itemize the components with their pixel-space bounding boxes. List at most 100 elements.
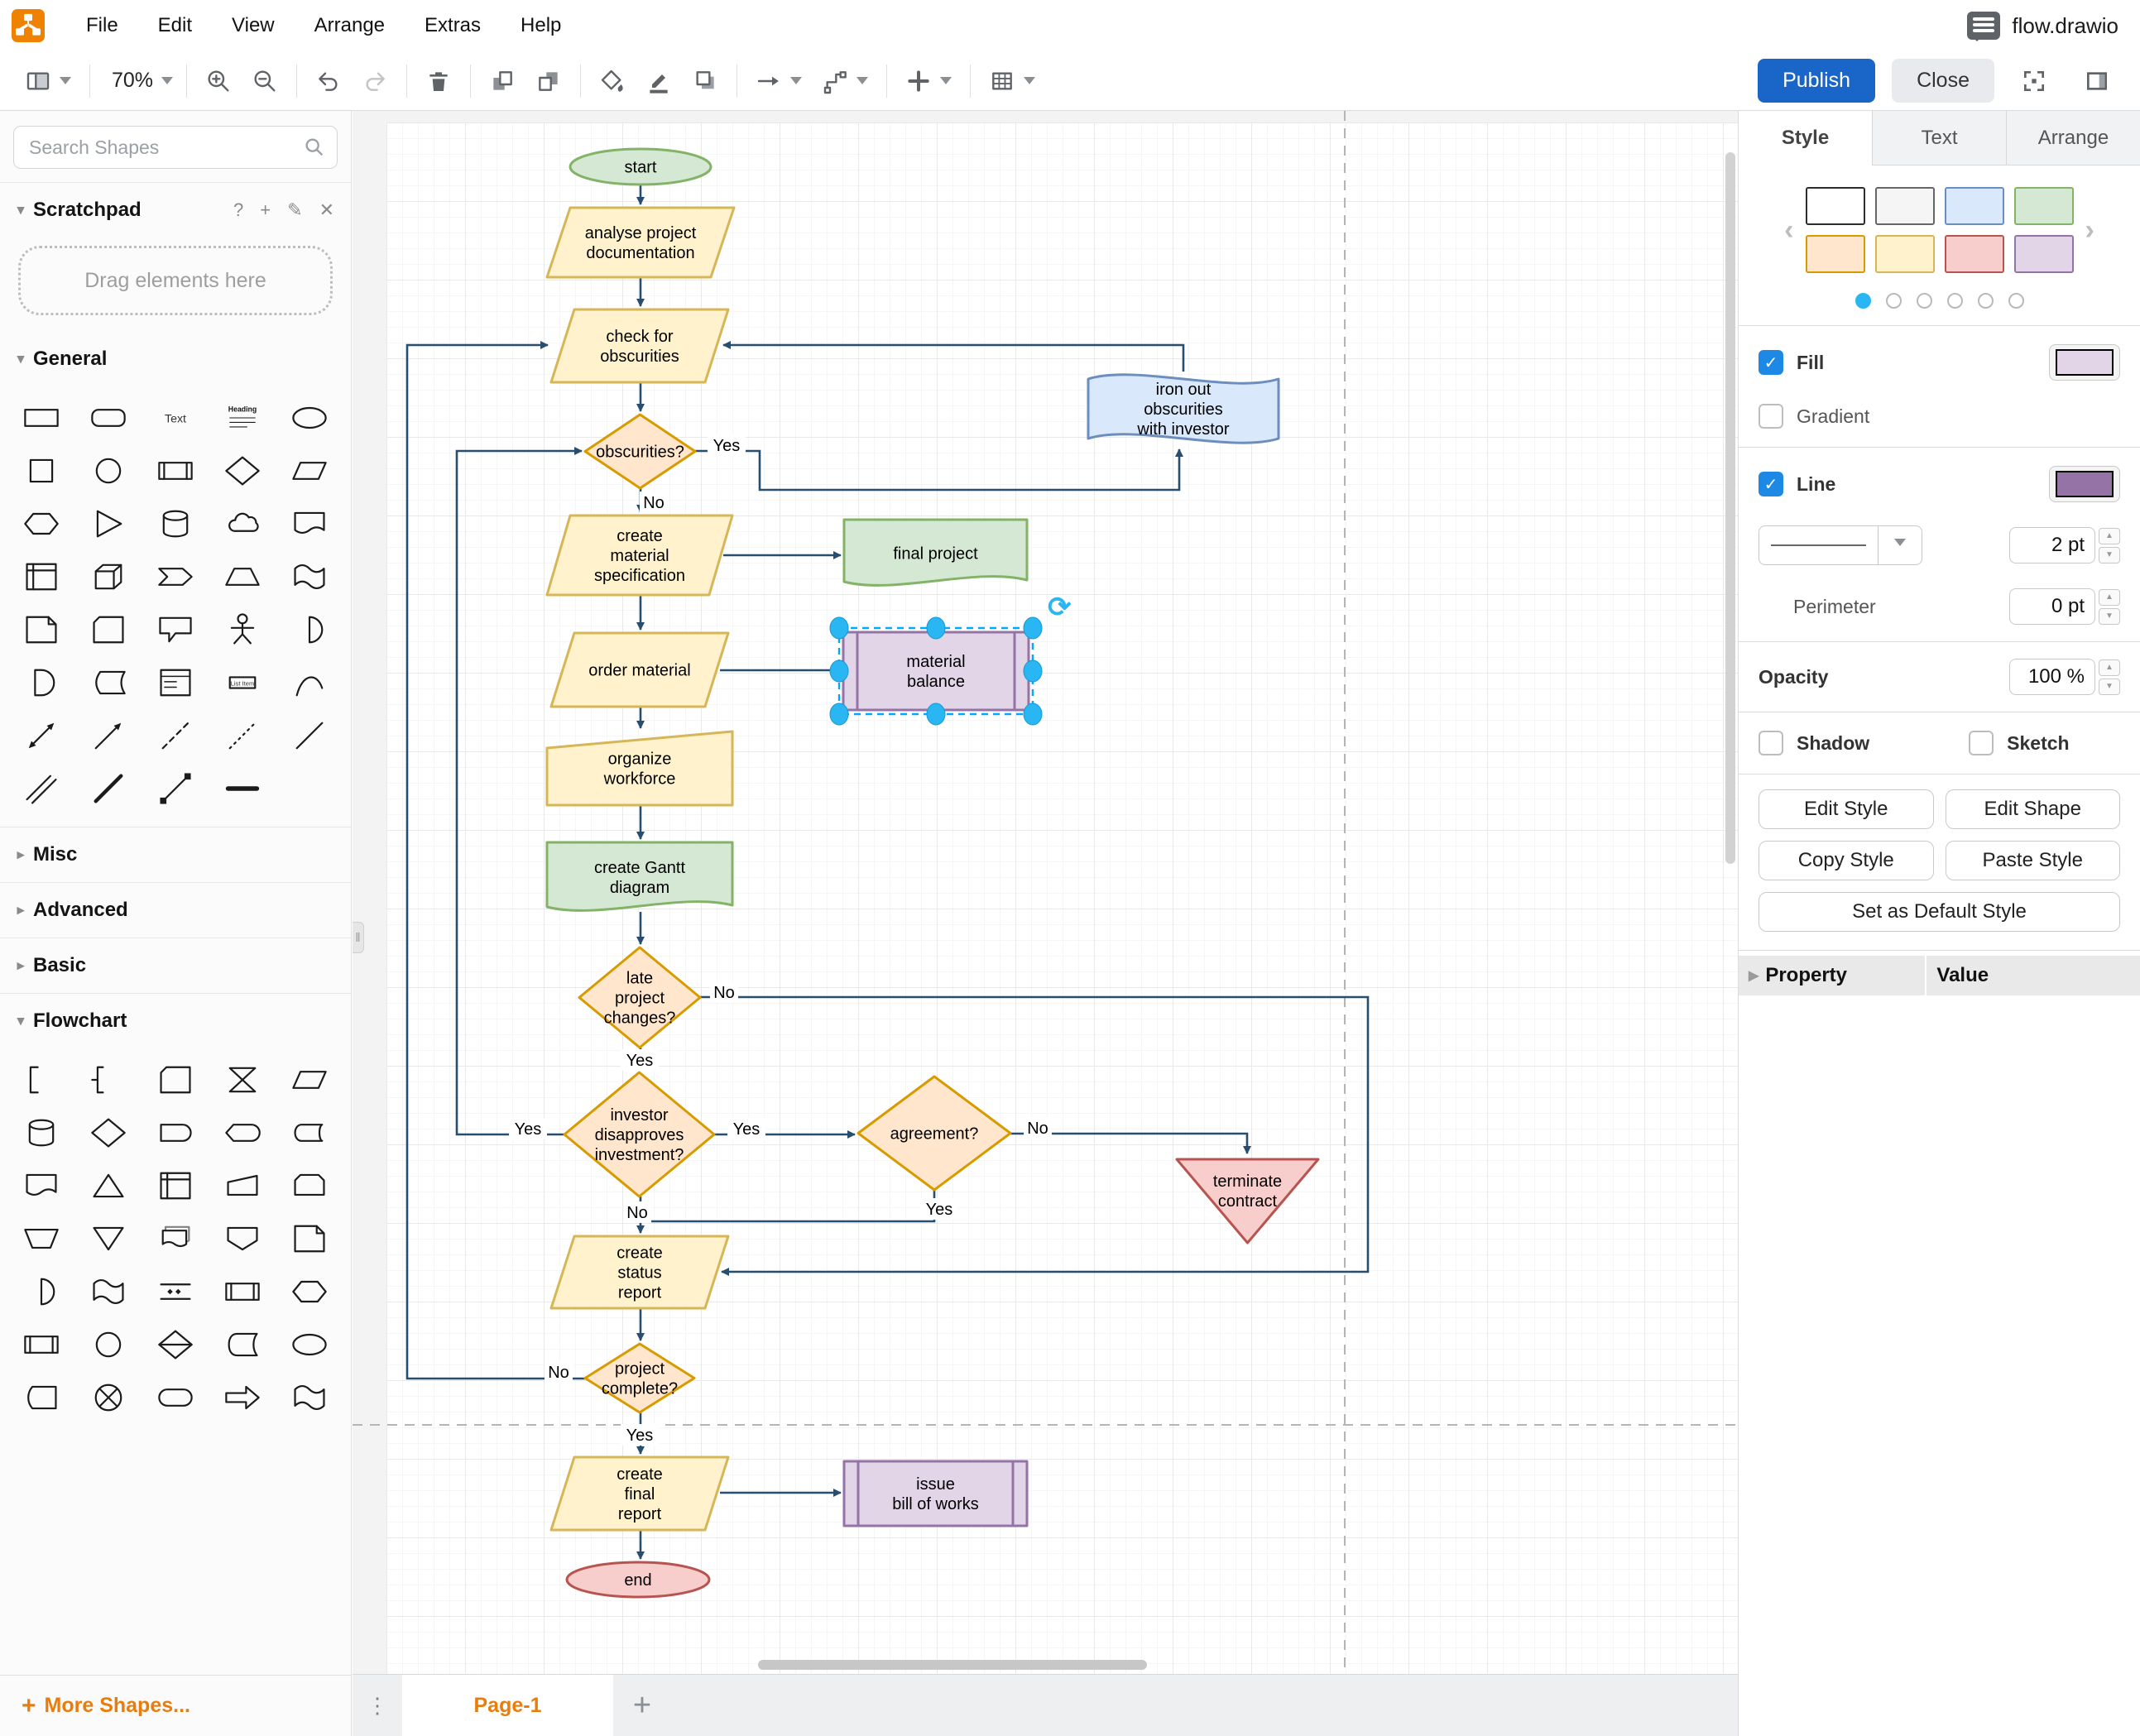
line-style-select[interactable] — [1759, 525, 1922, 565]
shape-stored-data-2[interactable] — [8, 1371, 75, 1424]
shape-cube[interactable] — [75, 550, 142, 603]
shape-merge[interactable] — [75, 1212, 142, 1265]
shape-cloud[interactable] — [209, 497, 276, 550]
shape-rectangle[interactable] — [8, 391, 75, 444]
selection-handle[interactable] — [829, 616, 849, 640]
shape-summing-junction[interactable] — [75, 1371, 142, 1424]
to-front-icon[interactable] — [479, 61, 525, 101]
zoom-in-icon[interactable] — [195, 61, 242, 101]
shape-off-page[interactable] — [209, 1212, 276, 1265]
shape-display[interactable] — [209, 1106, 276, 1159]
shape-tape[interactable] — [276, 550, 343, 603]
scratchpad-header[interactable]: ▾ Scratchpad ? + ✎ ✕ — [0, 182, 351, 237]
shape-card[interactable] — [75, 603, 142, 656]
style-preset-7[interactable] — [2013, 235, 2074, 273]
gradient-checkbox[interactable] — [1759, 404, 1783, 429]
edit-icon[interactable]: ✎ — [287, 199, 302, 221]
shape-heading[interactable]: Heading — [209, 391, 276, 444]
section-misc[interactable]: ▸ Misc — [0, 827, 351, 882]
shape-circle[interactable] — [75, 444, 142, 497]
diagram-canvas[interactable]: Yes No No Yes Yes Yes No No Yes No Yes start analyse… — [353, 111, 1738, 1675]
add-icon[interactable]: + — [260, 199, 271, 221]
shape-decision[interactable] — [75, 1106, 142, 1159]
fill-color-button[interactable] — [2049, 344, 2120, 381]
preset-page-dot[interactable] — [1946, 293, 1963, 309]
set-default-style-button[interactable]: Set as Default Style — [1759, 892, 2120, 932]
format-panel-toggle-icon[interactable] — [2074, 61, 2120, 101]
selection-handle[interactable] — [1023, 703, 1043, 726]
edge-3[interactable] — [695, 448, 1183, 492]
page-tab[interactable]: Page-1 — [402, 1675, 613, 1736]
node-issue-bill-of-works[interactable]: issue bill of works — [842, 1460, 1029, 1527]
shape-preparation[interactable] — [276, 1265, 343, 1318]
shape-terminator-ellipse[interactable] — [276, 1318, 343, 1371]
horizontal-scrollbar[interactable] — [758, 1660, 1147, 1670]
node-organize-workforce[interactable]: organize workforce — [545, 730, 734, 807]
preset-page-dot[interactable] — [1977, 293, 1994, 309]
style-preset-3[interactable] — [2013, 187, 2074, 225]
shape-list-item[interactable]: List Item — [209, 656, 276, 709]
perimeter-stepper[interactable]: ▲ ▼ — [2099, 588, 2120, 625]
shape-predefined-process[interactable] — [209, 1265, 276, 1318]
opacity-stepper[interactable]: ▲ ▼ — [2099, 659, 2120, 695]
node-end[interactable]: end — [565, 1561, 711, 1599]
tab-text[interactable]: Text — [1873, 111, 2007, 165]
selection-handle[interactable] — [1023, 616, 1043, 640]
selection-handle[interactable] — [926, 703, 946, 726]
edit-style-button[interactable]: Edit Style — [1759, 789, 1934, 829]
paste-style-button[interactable]: Paste Style — [1945, 841, 2120, 880]
shape-triangle[interactable] — [75, 497, 142, 550]
sidebar-layout-icon[interactable] — [15, 61, 81, 101]
presets-next-icon[interactable]: › — [2085, 214, 2094, 247]
close-icon[interactable]: ✕ — [319, 199, 334, 221]
shape-arrow[interactable] — [75, 709, 142, 762]
shape-note[interactable] — [276, 1212, 343, 1265]
rotate-handle-icon[interactable]: ⟳ — [1048, 592, 1072, 623]
shape-manual-input[interactable] — [209, 1159, 276, 1212]
shape-trapezoid[interactable] — [209, 550, 276, 603]
zoom-out-icon[interactable] — [242, 61, 288, 101]
delete-icon[interactable] — [415, 61, 462, 101]
node-agreement-decision[interactable]: agreement? — [856, 1075, 1012, 1192]
node-final-project[interactable]: final project — [842, 518, 1029, 587]
sidebar-resize-grip[interactable]: ‖ — [353, 922, 364, 953]
edge-4[interactable] — [722, 341, 1185, 372]
selection-handle[interactable] — [829, 659, 849, 683]
shape-actor[interactable] — [209, 603, 276, 656]
node-create-gantt-diagram[interactable]: create Gantt diagram — [545, 841, 734, 912]
section-advanced[interactable]: ▸ Advanced — [0, 882, 351, 938]
fullscreen-icon[interactable] — [2011, 61, 2057, 101]
node-order-material[interactable]: order material — [549, 631, 730, 708]
line-width-input[interactable]: 2 pt — [2009, 527, 2095, 563]
style-preset-0[interactable] — [1805, 187, 1865, 225]
shape-direct-data[interactable] — [276, 1106, 343, 1159]
style-preset-2[interactable] — [1944, 187, 2004, 225]
redo-icon[interactable] — [352, 61, 398, 101]
shape-annotation-2[interactable] — [75, 1053, 142, 1106]
tab-style[interactable]: Style — [1739, 111, 1873, 165]
shape-bidirectional-connector[interactable] — [142, 762, 209, 815]
shape-multi-document[interactable] — [142, 1212, 209, 1265]
menu-edit[interactable]: Edit — [138, 14, 212, 37]
style-preset-6[interactable] — [1944, 235, 2004, 273]
shape-thick-line[interactable] — [209, 762, 276, 815]
edge-18[interactable] — [645, 1190, 936, 1223]
shape-text[interactable]: Text — [142, 391, 209, 444]
shape-card[interactable] — [142, 1053, 209, 1106]
style-preset-5[interactable] — [1874, 235, 1935, 273]
node-material-balance[interactable]: material balance — [842, 631, 1030, 712]
node-obscurities-decision[interactable]: obscurities? — [583, 413, 697, 490]
shape-document[interactable] — [276, 497, 343, 550]
shape-extract[interactable] — [75, 1159, 142, 1212]
copy-style-button[interactable]: Copy Style — [1759, 841, 1934, 880]
table-icon[interactable] — [979, 61, 1045, 101]
shape-document[interactable] — [8, 1159, 75, 1212]
shape-parallel-mode[interactable] — [142, 1265, 209, 1318]
add-page-button[interactable]: + — [613, 1675, 671, 1736]
preset-page-dot[interactable] — [1916, 293, 1932, 309]
close-button[interactable]: Close — [1892, 59, 1994, 103]
tab-arrange[interactable]: Arrange — [2007, 111, 2140, 165]
menu-view[interactable]: View — [212, 14, 295, 37]
more-shapes-button[interactable]: + More Shapes... — [0, 1675, 351, 1736]
edit-shape-button[interactable]: Edit Shape — [1945, 789, 2120, 829]
